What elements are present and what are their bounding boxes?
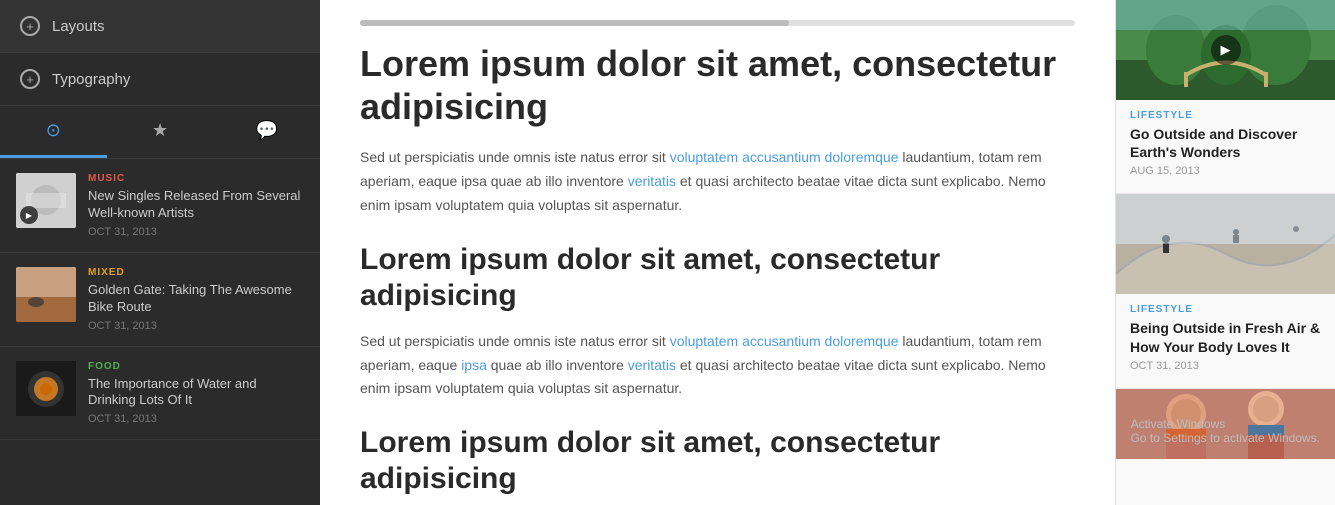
- item-date: OCT 31, 2013: [88, 226, 304, 238]
- main-paragraph-1: Sed ut perspiciatis unde omnis iste natu…: [360, 146, 1075, 217]
- main-heading-2: Lorem ipsum dolor sit amet, consectetur …: [360, 242, 1075, 314]
- card-category: LIFESTYLE: [1130, 304, 1321, 315]
- sidebar-thumb-mixed: [16, 267, 76, 322]
- main-paragraph-2: Sed ut perspiciatis unde omnis iste natu…: [360, 330, 1075, 401]
- sidebar-thumb-music: ▶: [16, 173, 76, 228]
- card-body-skate: LIFESTYLE Being Outside in Fresh Air & H…: [1116, 294, 1335, 371]
- item-category: FOOD: [88, 361, 304, 372]
- item-category: MIXED: [88, 267, 304, 278]
- tab-favorites[interactable]: ★: [107, 106, 214, 158]
- card-thumb-skate: [1116, 194, 1335, 294]
- card-date: AUG 15, 2013: [1130, 165, 1321, 177]
- right-panel: ▶ LIFESTYLE Go Outside and Discover Eart…: [1115, 0, 1335, 505]
- card-thumb-people: [1116, 389, 1335, 459]
- card-play-icon: ▶: [1211, 35, 1241, 65]
- plus-icon: +: [20, 16, 40, 36]
- sidebar: + Layouts + Typography ⊙ ★ 💬 ▶: [0, 0, 320, 505]
- sidebar-item-typography[interactable]: + Typography: [0, 53, 320, 106]
- sidebar-item-content: FOOD The Importance of Water and Drinkin…: [88, 361, 304, 426]
- sidebar-list: ▶ MUSIC New Singles Released From Severa…: [0, 159, 320, 505]
- right-card-people[interactable]: [1116, 389, 1335, 475]
- sidebar-thumb-food: [16, 361, 76, 416]
- tab-recent[interactable]: ⊙: [0, 106, 107, 158]
- scrollbar[interactable]: [360, 20, 1075, 26]
- card-category: LIFESTYLE: [1130, 110, 1321, 121]
- card-title: Being Outside in Fresh Air & How Your Bo…: [1130, 319, 1321, 355]
- list-item[interactable]: ▶ MUSIC New Singles Released From Severa…: [0, 159, 320, 253]
- main-heading-1: Lorem ipsum dolor sit amet, consectetur …: [360, 42, 1075, 128]
- item-date: OCT 31, 2013: [88, 413, 304, 425]
- sidebar-item-content: MIXED Golden Gate: Taking The Awesome Bi…: [88, 267, 304, 332]
- list-item[interactable]: MIXED Golden Gate: Taking The Awesome Bi…: [0, 253, 320, 347]
- card-thumb-nature: ▶: [1116, 0, 1335, 100]
- item-title: New Singles Released From Several Well-k…: [88, 188, 304, 222]
- item-category: MUSIC: [88, 173, 304, 184]
- list-item[interactable]: FOOD The Importance of Water and Drinkin…: [0, 347, 320, 441]
- sidebar-tabs: ⊙ ★ 💬: [0, 106, 320, 159]
- sidebar-item-layouts[interactable]: + Layouts: [0, 0, 320, 53]
- star-icon: ★: [152, 120, 168, 141]
- right-card-nature[interactable]: ▶ LIFESTYLE Go Outside and Discover Eart…: [1116, 0, 1335, 194]
- card-body-nature: LIFESTYLE Go Outside and Discover Earth'…: [1116, 100, 1335, 177]
- card-title: Go Outside and Discover Earth's Wonders: [1130, 125, 1321, 161]
- sidebar-item-content: MUSIC New Singles Released From Several …: [88, 173, 304, 238]
- scrollbar-thumb: [360, 20, 789, 26]
- tab-comments[interactable]: 💬: [213, 106, 320, 158]
- item-title: Golden Gate: Taking The Awesome Bike Rou…: [88, 282, 304, 316]
- sidebar-item-layouts-label: Layouts: [52, 18, 105, 35]
- recent-icon: ⊙: [46, 120, 61, 141]
- main-content: Lorem ipsum dolor sit amet, consectetur …: [320, 0, 1115, 505]
- comment-icon: 💬: [255, 120, 277, 141]
- play-icon: ▶: [20, 206, 38, 224]
- item-date: OCT 31, 2013: [88, 320, 304, 332]
- plus-icon-typography: +: [20, 69, 40, 89]
- card-date: OCT 31, 2013: [1130, 360, 1321, 372]
- item-title: The Importance of Water and Drinking Lot…: [88, 376, 304, 410]
- main-heading-3: Lorem ipsum dolor sit amet, consectetur …: [360, 425, 1075, 497]
- right-card-skate[interactable]: LIFESTYLE Being Outside in Fresh Air & H…: [1116, 194, 1335, 388]
- sidebar-item-typography-label: Typography: [52, 71, 130, 88]
